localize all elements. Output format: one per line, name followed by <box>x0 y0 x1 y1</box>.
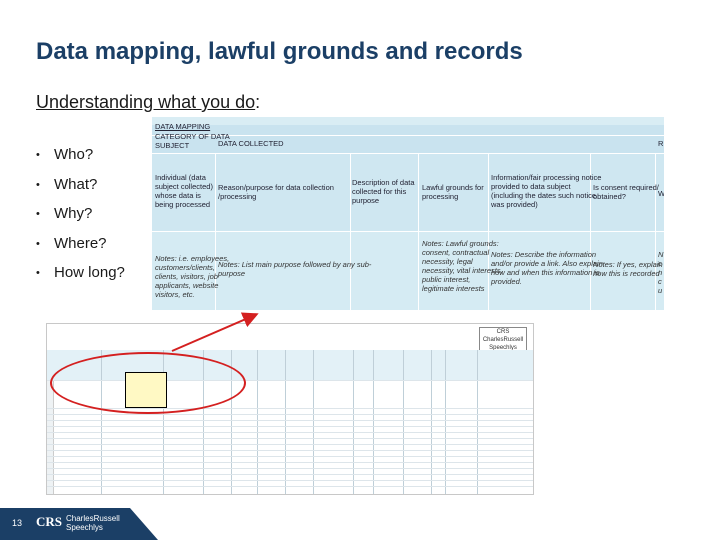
footer-logo-crs: CRS <box>36 514 63 529</box>
page-number: 13 <box>12 518 23 528</box>
footer-logo-name: CharlesRussell Speechlys <box>66 514 120 532</box>
arrow-icon <box>171 312 259 352</box>
